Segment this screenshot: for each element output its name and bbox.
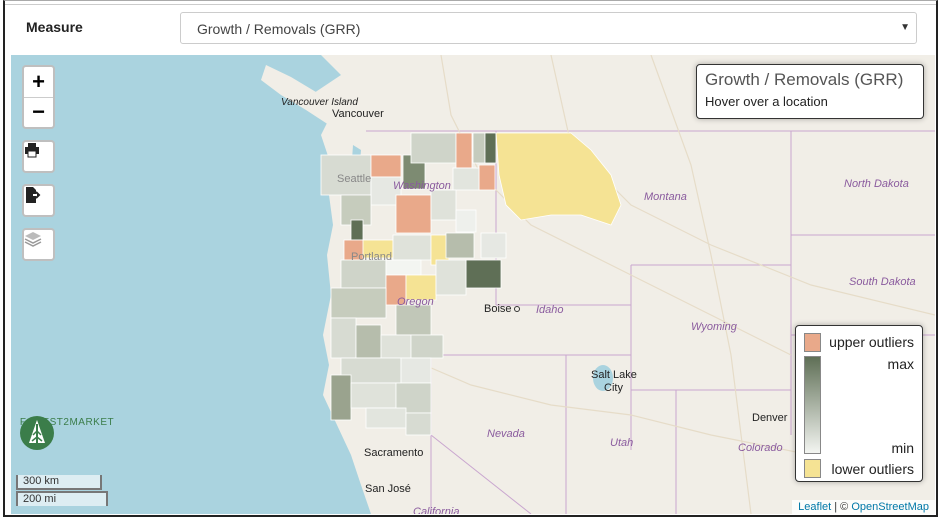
top-divider (5, 4, 936, 5)
leaflet-link[interactable]: Leaflet (798, 501, 831, 513)
printer-icon (25, 143, 39, 158)
label-montana: Montana (644, 191, 687, 203)
attribution: Leaflet | © OpenStreetMap (792, 500, 935, 514)
label-vancouver-island: Vancouver Island (281, 97, 358, 108)
label-salt-lake: Salt Lake (591, 369, 637, 381)
layers-button[interactable] (22, 228, 55, 261)
label-city: City (604, 382, 623, 394)
osm-link[interactable]: OpenStreetMap (851, 501, 929, 513)
legend-gradient (804, 356, 821, 454)
measure-select-value: Growth / Removals (GRR) (197, 21, 361, 37)
legend-label-upper: upper outliers (829, 334, 914, 350)
print-button[interactable] (22, 140, 55, 173)
zoom-in-button[interactable]: + (24, 67, 53, 98)
label-vancouver: Vancouver (332, 108, 384, 120)
label-san-jose: San José (365, 483, 411, 495)
file-export-icon (26, 187, 41, 203)
scale-km: 300 km (16, 475, 102, 490)
tree-logo-icon (20, 416, 54, 450)
forest2market-logo: FOREST2MARKET (19, 415, 115, 450)
measure-select[interactable]: Growth / Removals (GRR) ▼ (180, 12, 917, 44)
label-oregon: Oregon (397, 296, 434, 308)
label-denver: Denver (752, 412, 788, 424)
legend-swatch-upper (804, 333, 821, 352)
legend: upper outliers max min lower outliers (795, 325, 923, 482)
export-button[interactable] (22, 184, 55, 217)
label-colorado: Colorado (738, 442, 783, 454)
scale-mi: 200 mi (16, 491, 108, 506)
map[interactable]: Vancouver Island Vancouver Seattle Washi… (11, 55, 935, 514)
measure-label: Measure (26, 19, 83, 35)
label-california: California (413, 506, 460, 514)
label-wyoming: Wyoming (691, 321, 737, 333)
label-washington: Washington (393, 180, 451, 192)
label-north-dakota: North Dakota (844, 178, 909, 190)
zoom-control: + − (22, 65, 55, 129)
label-portland: Portland (351, 251, 392, 263)
info-title: Growth / Removals (GRR) (705, 70, 904, 89)
label-south-dakota: South Dakota (849, 276, 916, 288)
attribution-sep: | © (831, 501, 852, 513)
label-nevada: Nevada (487, 428, 525, 440)
label-seattle: Seattle (337, 173, 372, 185)
label-idaho: Idaho (536, 304, 564, 316)
info-panel: Growth / Removals (GRR) Hover over a loc… (696, 64, 924, 119)
label-utah: Utah (610, 437, 634, 449)
label-sacramento: Sacramento (364, 447, 424, 459)
legend-label-min: min (891, 440, 914, 456)
legend-label-lower: lower outliers (831, 461, 914, 477)
legend-swatch-lower (804, 459, 821, 478)
layers-icon (24, 232, 42, 247)
chevron-down-icon: ▼ (900, 22, 910, 33)
info-hint: Hover over a location (705, 94, 828, 109)
label-boise: Boise (484, 303, 520, 315)
legend-label-max: max (887, 356, 914, 372)
zoom-out-button[interactable]: − (24, 98, 53, 128)
